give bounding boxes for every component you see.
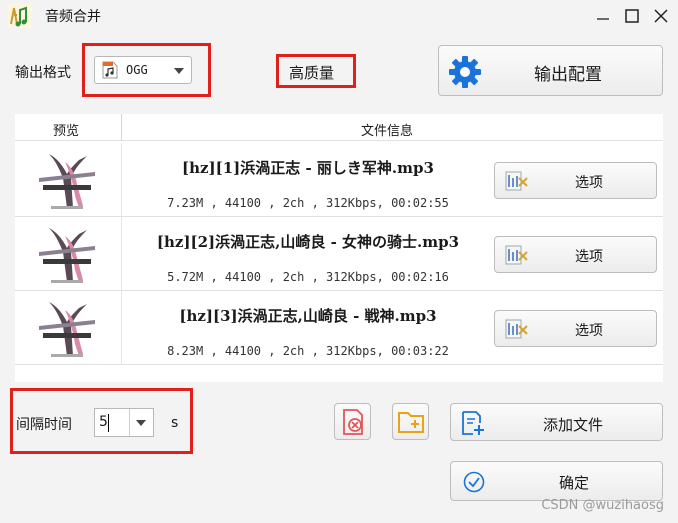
album-art-thumbnail bbox=[29, 296, 105, 362]
audio-settings-icon bbox=[505, 245, 528, 265]
confirm-label: 确定 bbox=[559, 474, 590, 492]
music-file-icon bbox=[102, 61, 118, 79]
output-config-button[interactable]: 输出配置 bbox=[438, 45, 663, 96]
options-label: 选项 bbox=[575, 175, 603, 191]
column-header-file-info: 文件信息 bbox=[361, 124, 414, 139]
options-label: 选项 bbox=[575, 249, 603, 265]
interval-value: 5 bbox=[99, 414, 108, 430]
audio-settings-icon bbox=[505, 319, 528, 339]
add-file-icon bbox=[462, 411, 484, 435]
column-divider bbox=[121, 143, 122, 217]
title-bar: 音频合并 bbox=[0, 0, 678, 32]
file-meta: 8.23M , 44100 , 2ch , 312Kbps, 00:03:22 bbox=[167, 344, 449, 358]
album-art-thumbnail bbox=[29, 222, 105, 288]
interval-unit: s bbox=[171, 415, 179, 431]
options-label: 选项 bbox=[575, 323, 603, 339]
format-label: 输出格式 bbox=[15, 65, 71, 81]
options-button[interactable]: 选项 bbox=[494, 310, 657, 347]
app-logo-icon bbox=[8, 4, 32, 28]
spin-divider bbox=[129, 409, 130, 436]
interval-spinbox[interactable]: 5 bbox=[94, 408, 154, 437]
chevron-down-icon[interactable] bbox=[136, 420, 146, 426]
column-divider bbox=[121, 114, 122, 141]
add-folder-icon bbox=[397, 411, 424, 433]
format-select[interactable]: OGG bbox=[94, 56, 192, 84]
audio-settings-icon bbox=[505, 171, 528, 191]
options-button[interactable]: 选项 bbox=[494, 236, 657, 273]
file-meta: 7.23M , 44100 , 2ch , 312Kbps, 00:02:55 bbox=[167, 196, 449, 210]
add-file-label: 添加文件 bbox=[543, 416, 604, 434]
close-button[interactable] bbox=[646, 2, 676, 30]
close-icon bbox=[654, 9, 668, 23]
chevron-down-icon bbox=[174, 68, 184, 74]
column-header-preview: 预览 bbox=[53, 124, 80, 139]
file-meta: 5.72M , 44100 , 2ch , 312Kbps, 00:02:16 bbox=[167, 270, 449, 284]
file-name: [hz][1]浜渦正志 - 丽しき军神.mp3 bbox=[182, 159, 434, 177]
output-config-label: 输出配置 bbox=[534, 65, 602, 85]
format-value: OGG bbox=[126, 63, 148, 77]
column-divider bbox=[121, 291, 122, 365]
confirm-button[interactable]: 确定 bbox=[450, 461, 663, 501]
delete-file-icon bbox=[342, 408, 363, 435]
window-title: 音频合并 bbox=[45, 9, 101, 25]
minimize-button[interactable] bbox=[588, 2, 618, 30]
maximize-icon bbox=[625, 9, 639, 23]
check-circle-icon bbox=[463, 471, 485, 493]
table-header: 预览 文件信息 bbox=[15, 114, 663, 141]
table-row[interactable]: [hz][2]浜渦正志,山崎良 - 女神の骑士.mp3 5.72M , 4410… bbox=[15, 217, 663, 291]
file-name: [hz][3]浜渦正志,山崎良 - 戦神.mp3 bbox=[179, 307, 437, 325]
text-cursor bbox=[108, 414, 109, 432]
add-folder-button[interactable] bbox=[392, 403, 429, 440]
options-button[interactable]: 选项 bbox=[494, 162, 657, 199]
minimize-icon bbox=[597, 18, 609, 20]
maximize-button[interactable] bbox=[617, 2, 647, 30]
album-art-thumbnail bbox=[29, 148, 105, 214]
gear-icon bbox=[449, 56, 481, 88]
quality-label[interactable]: 高质量 bbox=[289, 62, 334, 83]
file-name: [hz][2]浜渦正志,山崎良 - 女神の骑士.mp3 bbox=[156, 233, 460, 251]
column-divider bbox=[121, 217, 122, 291]
watermark: CSDN @wuzihaosg bbox=[541, 498, 664, 513]
remove-file-button[interactable] bbox=[334, 403, 371, 440]
add-file-button[interactable]: 添加文件 bbox=[450, 403, 663, 441]
table-row[interactable]: [hz][1]浜渦正志 - 丽しき军神.mp3 7.23M , 44100 , … bbox=[15, 143, 663, 217]
table-row[interactable]: [hz][3]浜渦正志,山崎良 - 戦神.mp3 8.23M , 44100 ,… bbox=[15, 291, 663, 365]
file-table: 预览 文件信息 [hz][1]浜渦正志 - 丽しき军神.mp3 7.23M , … bbox=[15, 114, 663, 382]
interval-label: 间隔时间 bbox=[16, 417, 72, 433]
